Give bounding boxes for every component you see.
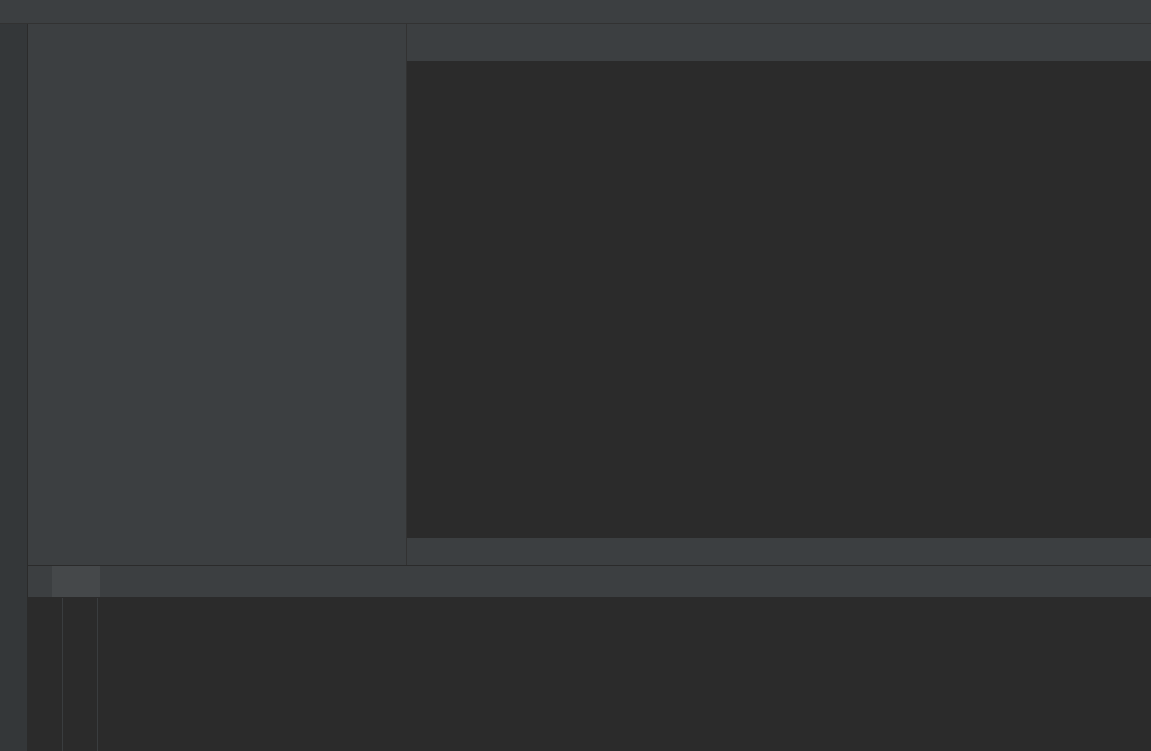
editor-breadcrumbs — [407, 537, 1151, 565]
content-column — [28, 24, 1151, 751]
editor-code[interactable] — [407, 62, 1151, 537]
project-panel — [28, 24, 407, 565]
editor-tab-bar — [407, 24, 1151, 62]
upper-area — [28, 24, 1151, 565]
run-toolbar-primary — [28, 598, 63, 751]
titlebar — [0, 0, 1151, 24]
project-view-icon — [36, 35, 52, 51]
editor — [407, 24, 1151, 565]
main-body — [0, 24, 1151, 751]
left-tool-strip — [0, 24, 28, 751]
run-panel — [28, 565, 1151, 751]
project-tree — [28, 62, 406, 565]
run-panel-header — [28, 566, 1151, 598]
run-toolbar-console — [63, 598, 98, 751]
run-tab[interactable] — [52, 566, 100, 597]
run-body — [28, 598, 1151, 751]
project-panel-header — [28, 24, 406, 62]
python-icon — [62, 574, 78, 590]
console-output[interactable] — [98, 598, 1151, 751]
pycharm-window — [0, 0, 1151, 751]
